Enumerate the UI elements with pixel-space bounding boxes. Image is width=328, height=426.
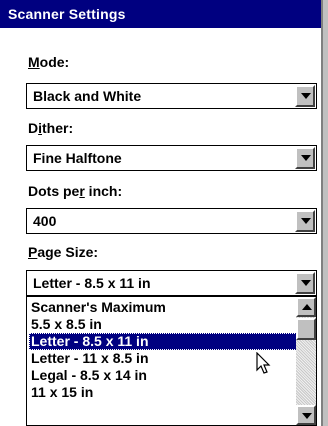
list-item[interactable]: 5.5 x 8.5 in bbox=[29, 316, 297, 333]
page-size-options-list[interactable]: Scanner's Maximum 5.5 x 8.5 in Letter - … bbox=[26, 296, 317, 426]
dither-dropdown-button[interactable] bbox=[295, 147, 315, 169]
mode-value: Black and White bbox=[33, 88, 142, 104]
page-size-dropdown-button[interactable] bbox=[295, 272, 315, 294]
dither-value: Fine Halftone bbox=[33, 150, 122, 166]
chevron-down-icon bbox=[301, 155, 311, 161]
mode-label: Mode: bbox=[28, 54, 70, 70]
scroll-down-button[interactable] bbox=[296, 405, 316, 425]
dpi-value: 400 bbox=[33, 213, 57, 229]
mode-dropdown[interactable]: Black and White bbox=[26, 83, 317, 109]
page-size-dropdown[interactable]: Letter - 8.5 x 11 in bbox=[26, 270, 317, 296]
dpi-dropdown[interactable]: 400 bbox=[26, 208, 317, 234]
mouse-pointer-icon bbox=[256, 352, 271, 374]
scroll-up-button[interactable] bbox=[296, 297, 316, 317]
scroll-down-icon bbox=[302, 413, 312, 419]
scroll-up-icon bbox=[302, 304, 312, 310]
page-size-label: Page Size: bbox=[28, 244, 99, 260]
chevron-down-icon bbox=[301, 218, 311, 224]
list-item[interactable]: Scanner's Maximum bbox=[29, 299, 297, 316]
mode-dropdown-button[interactable] bbox=[295, 85, 315, 107]
list-item[interactable]: 11 x 15 in bbox=[29, 384, 297, 401]
dpi-dropdown-button[interactable] bbox=[295, 210, 315, 232]
page-size-value: Letter - 8.5 x 11 in bbox=[33, 275, 151, 291]
list-item-selected[interactable]: Letter - 8.5 x 11 in bbox=[29, 333, 297, 350]
dither-dropdown[interactable]: Fine Halftone bbox=[26, 145, 317, 171]
scanner-settings-window: Scanner Settings Mode: Black and White D… bbox=[0, 0, 323, 426]
title-bar: Scanner Settings bbox=[0, 0, 321, 28]
chevron-down-icon bbox=[301, 280, 311, 286]
dither-label: Dither: bbox=[28, 120, 74, 136]
scroll-thumb[interactable] bbox=[296, 318, 316, 340]
dpi-label: Dots per inch: bbox=[28, 183, 123, 199]
chevron-down-icon bbox=[301, 93, 311, 99]
vertical-scrollbar[interactable] bbox=[296, 297, 316, 425]
